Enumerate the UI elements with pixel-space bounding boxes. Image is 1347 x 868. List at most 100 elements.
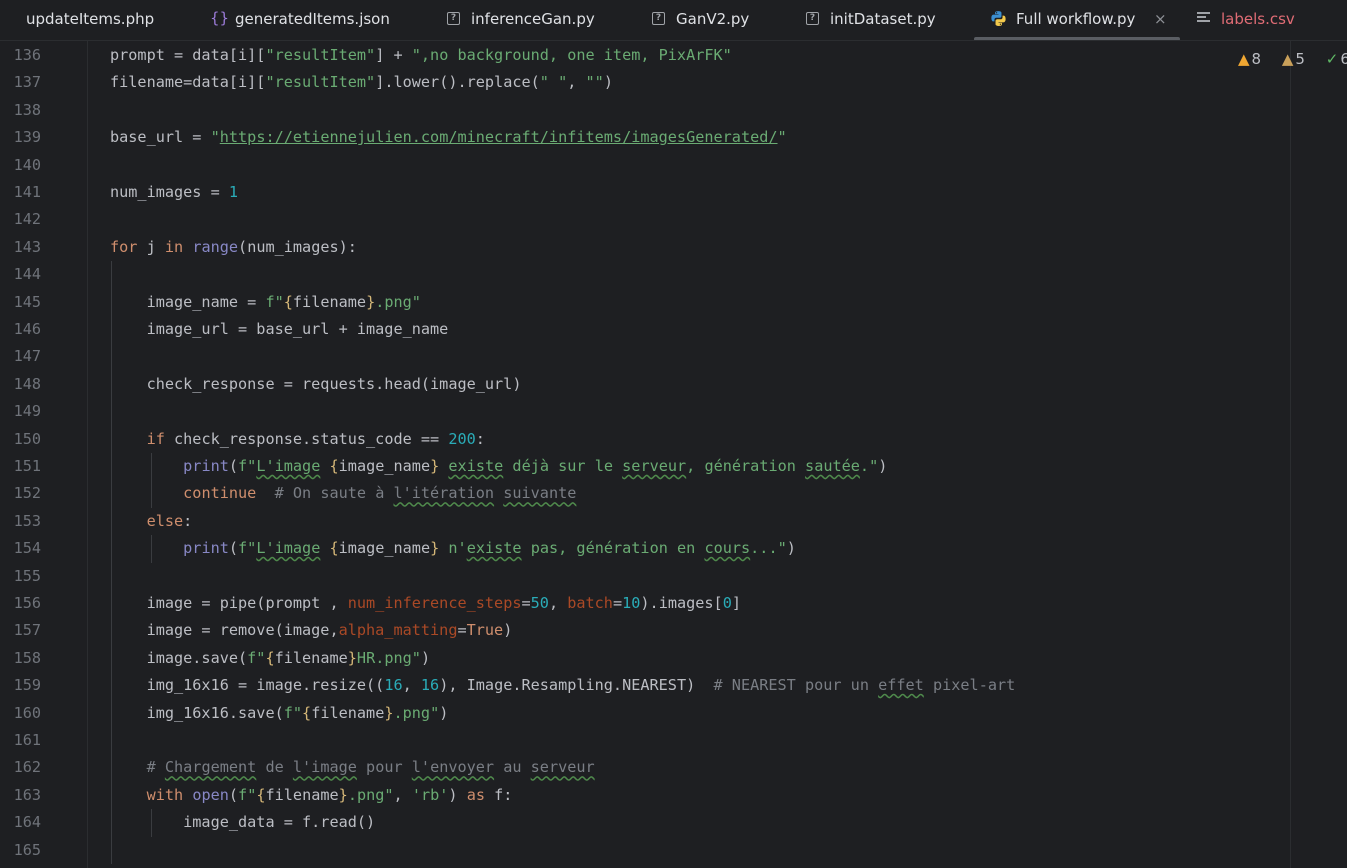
code-text[interactable]: num_images = 1: [110, 179, 238, 206]
tab-labels-csv[interactable]: labels.csv: [1197, 0, 1295, 40]
code-line[interactable]: 148 check_response = requests.head(image…: [0, 371, 1290, 398]
line-number[interactable]: 145: [0, 289, 41, 316]
tab-ganv2-py[interactable]: ? GanV2.py: [652, 0, 749, 40]
code-text[interactable]: image_url = base_url + image_name: [110, 316, 449, 343]
code-line[interactable]: 157 image = remove(image,alpha_matting=T…: [0, 617, 1290, 644]
line-number[interactable]: 156: [0, 590, 41, 617]
code-line[interactable]: 147: [0, 343, 1290, 370]
error-count[interactable]: ▲ 8: [1238, 50, 1269, 68]
line-number[interactable]: 162: [0, 754, 41, 781]
inspection-widget[interactable]: ▲ 8 ▲ 5 ✓ 6: [1238, 50, 1347, 68]
tab-full-workflow-py[interactable]: Full workflow.py ×: [990, 0, 1167, 40]
line-number[interactable]: 161: [0, 727, 41, 754]
line-number[interactable]: 151: [0, 453, 41, 480]
code-line[interactable]: 149: [0, 398, 1290, 425]
code-line[interactable]: 161: [0, 727, 1290, 754]
line-number[interactable]: 157: [0, 617, 41, 644]
line-number[interactable]: 149: [0, 398, 41, 425]
line-number[interactable]: 153: [0, 508, 41, 535]
code-line[interactable]: 140: [0, 152, 1290, 179]
line-number[interactable]: 163: [0, 782, 41, 809]
code-line[interactable]: 154 print(f"L'image {image_name} n'exist…: [0, 535, 1290, 562]
code-line[interactable]: 143 for j in range(num_images):: [0, 234, 1290, 261]
code-text[interactable]: # Chargement de l'image pour l'envoyer a…: [110, 754, 595, 781]
code-text[interactable]: else:: [110, 508, 193, 535]
code-line[interactable]: 144: [0, 261, 1290, 288]
code-line[interactable]: 156 image = pipe(prompt , num_inference_…: [0, 590, 1290, 617]
code-line[interactable]: 158 image.save(f"{filename}HR.png"): [0, 645, 1290, 672]
unknown-file-icon: ?: [806, 12, 819, 25]
code-line[interactable]: 163 with open(f"{filename}.png", 'rb') a…: [0, 782, 1290, 809]
line-number[interactable]: 155: [0, 563, 41, 590]
code-line[interactable]: 137 filename=data[i]["resultItem"].lower(…: [0, 69, 1290, 96]
tab-updateitems-php[interactable]: updateItems.php: [0, 0, 154, 40]
code-text[interactable]: check_response = requests.head(image_url…: [110, 371, 522, 398]
code-text[interactable]: base_url = "https://etiennejulien.com/mi…: [110, 124, 787, 151]
code-line[interactable]: 151 print(f"L'image {image_name} existe …: [0, 453, 1290, 480]
indent-guide: [151, 453, 152, 508]
code-text[interactable]: image.save(f"{filename}HR.png"): [110, 645, 431, 672]
indent-guide: [111, 261, 112, 864]
warning-count[interactable]: ▲ 5: [1282, 50, 1313, 68]
code-text[interactable]: image_data = f.read(): [110, 809, 375, 836]
code-line[interactable]: 150 if check_response.status_code == 200…: [0, 426, 1290, 453]
checkmark-icon: ✓: [1325, 50, 1339, 68]
tab-inferencegan-py[interactable]: ? inferenceGan.py: [447, 0, 595, 40]
code-line[interactable]: 160 img_16x16.save(f"{filename}.png"): [0, 700, 1290, 727]
line-number[interactable]: 140: [0, 152, 41, 179]
code-line[interactable]: 159 img_16x16 = image.resize((16, 16), I…: [0, 672, 1290, 699]
line-number[interactable]: 147: [0, 343, 41, 370]
line-number[interactable]: 148: [0, 371, 41, 398]
line-number[interactable]: 150: [0, 426, 41, 453]
text-lines-icon: [1197, 12, 1210, 24]
code-text[interactable]: image_name = f"{filename}.png": [110, 289, 421, 316]
code-line[interactable]: 152 continue # On saute à l'itération su…: [0, 480, 1290, 507]
line-number[interactable]: 136: [0, 42, 41, 69]
code-text[interactable]: img_16x16 = image.resize((16, 16), Image…: [110, 672, 1016, 699]
line-number[interactable]: 159: [0, 672, 41, 699]
line-number[interactable]: 137: [0, 69, 41, 96]
line-number[interactable]: 142: [0, 206, 41, 233]
code-text[interactable]: prompt = data[i]["resultItem"] + ",no ba…: [110, 42, 732, 69]
code-line[interactable]: 162 # Chargement de l'image pour l'envoy…: [0, 754, 1290, 781]
code-editor[interactable]: 136 prompt = data[i]["resultItem"] + ",no…: [0, 41, 1347, 868]
code-line[interactable]: 138: [0, 97, 1290, 124]
code-line[interactable]: 165: [0, 837, 1290, 864]
close-icon[interactable]: ×: [1154, 0, 1167, 38]
code-text[interactable]: print(f"L'image {image_name} existe déjà…: [110, 453, 887, 480]
code-text[interactable]: img_16x16.save(f"{filename}.png"): [110, 700, 449, 727]
tab-label: initDataset.py: [830, 10, 936, 28]
code-line[interactable]: 153 else:: [0, 508, 1290, 535]
code-text[interactable]: filename=data[i]["resultItem"].lower().r…: [110, 69, 613, 96]
line-number[interactable]: 164: [0, 809, 41, 836]
line-number[interactable]: 144: [0, 261, 41, 288]
code-line[interactable]: 145 image_name = f"{filename}.png": [0, 289, 1290, 316]
code-line[interactable]: 142: [0, 206, 1290, 233]
code-text[interactable]: image = remove(image,alpha_matting=True): [110, 617, 513, 644]
line-number[interactable]: 154: [0, 535, 41, 562]
code-line[interactable]: 164 image_data = f.read(): [0, 809, 1290, 836]
code-text[interactable]: for j in range(num_images):: [110, 234, 357, 261]
line-number[interactable]: 160: [0, 700, 41, 727]
line-number[interactable]: 158: [0, 645, 41, 672]
code-text[interactable]: continue # On saute à l'itération suivan…: [110, 480, 576, 507]
code-line[interactable]: 146 image_url = base_url + image_name: [0, 316, 1290, 343]
code-line[interactable]: 136 prompt = data[i]["resultItem"] + ",no…: [0, 42, 1290, 69]
line-number[interactable]: 141: [0, 179, 41, 206]
line-number[interactable]: 138: [0, 97, 41, 124]
line-number[interactable]: 152: [0, 480, 41, 507]
code-line[interactable]: 155: [0, 563, 1290, 590]
code-text[interactable]: with open(f"{filename}.png", 'rb') as f:: [110, 782, 513, 809]
line-number[interactable]: 146: [0, 316, 41, 343]
line-number[interactable]: 165: [0, 837, 41, 864]
tab-initdataset-py[interactable]: ? initDataset.py: [806, 0, 936, 40]
line-number[interactable]: 139: [0, 124, 41, 151]
code-line[interactable]: 141 num_images = 1: [0, 179, 1290, 206]
code-line[interactable]: 139 base_url = "https://etiennejulien.com…: [0, 124, 1290, 151]
code-text[interactable]: if check_response.status_code == 200:: [110, 426, 485, 453]
code-text[interactable]: print(f"L'image {image_name} n'existe pa…: [110, 535, 796, 562]
tab-generateditems-json[interactable]: {} generatedItems.json: [210, 0, 390, 40]
typo-count[interactable]: ✓ 6: [1326, 50, 1347, 68]
line-number[interactable]: 143: [0, 234, 41, 261]
code-text[interactable]: image = pipe(prompt , num_inference_step…: [110, 590, 741, 617]
